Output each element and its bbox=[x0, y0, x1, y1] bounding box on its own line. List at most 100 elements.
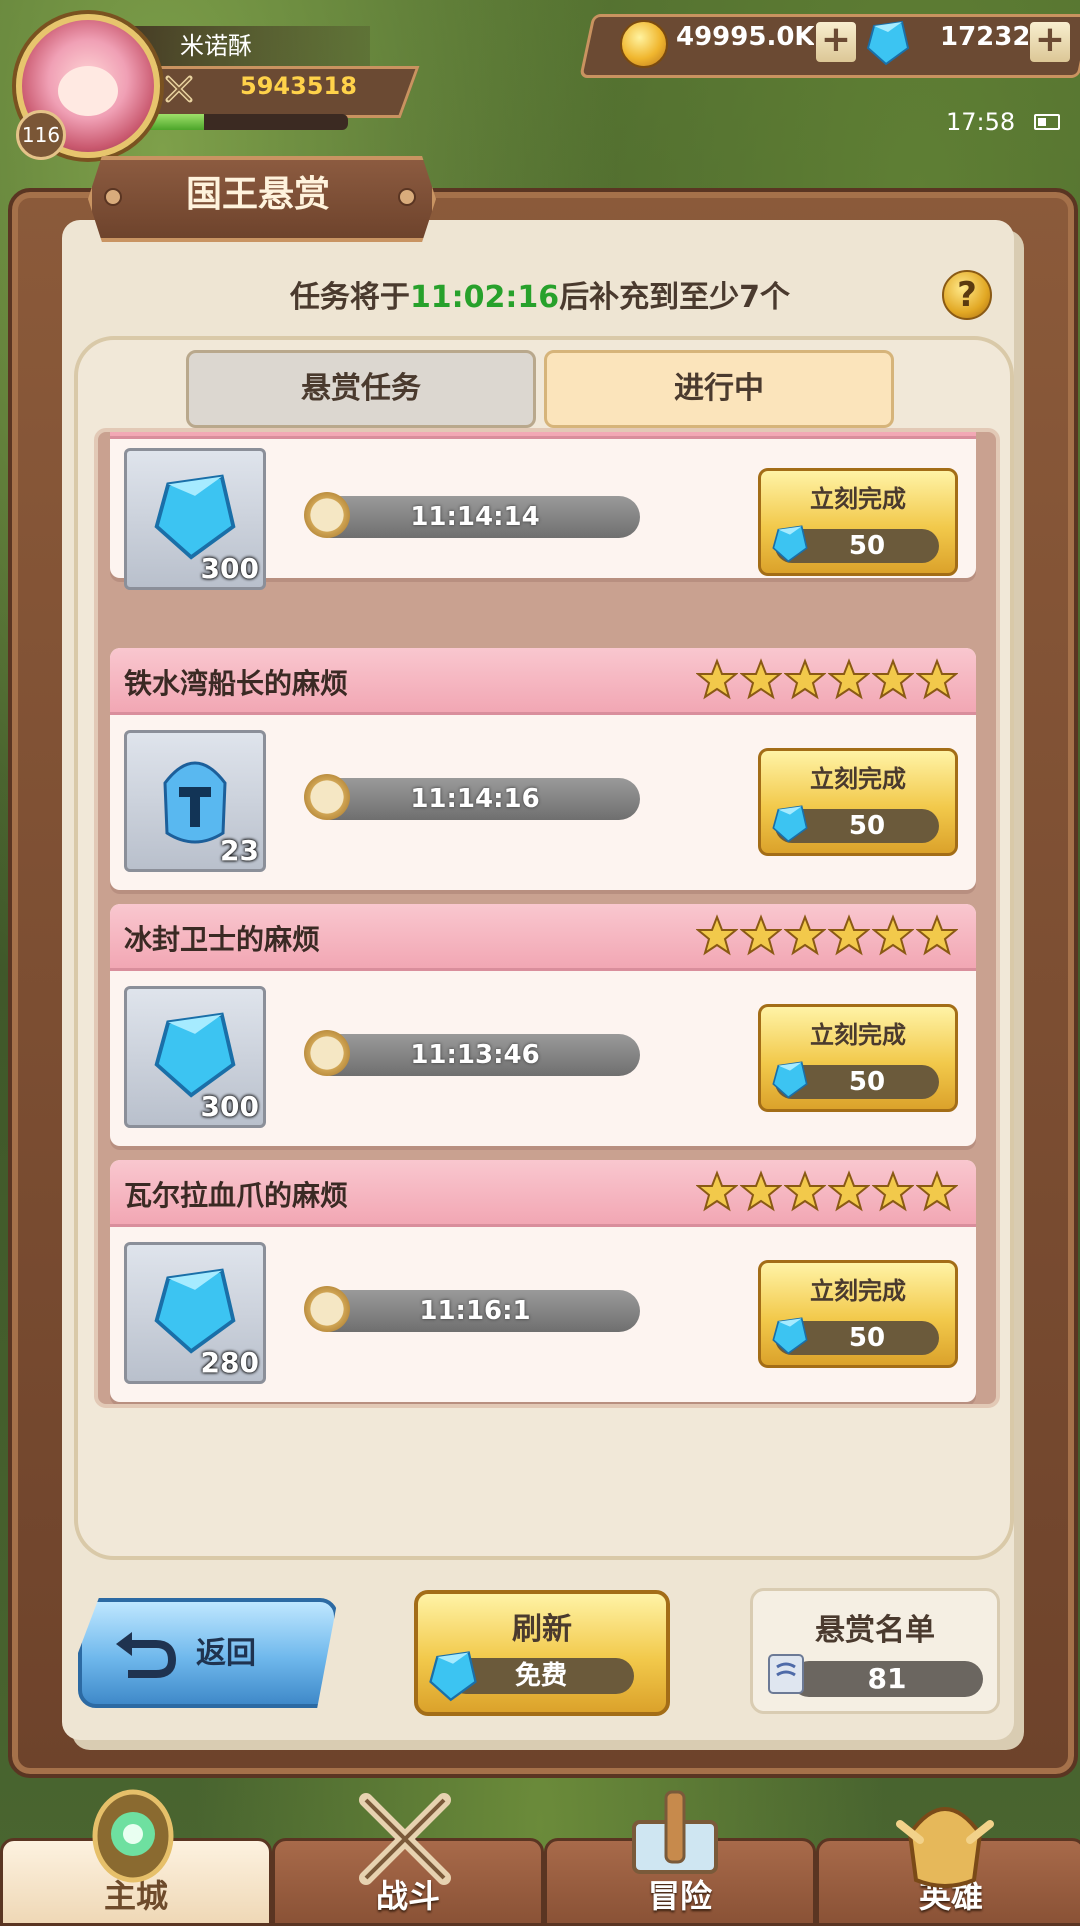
map-scroll-icon bbox=[632, 1790, 718, 1874]
finish-cost-value: 50 bbox=[848, 811, 886, 841]
task-card-header: 瓦尔拉血爪的麻烦 bbox=[110, 1160, 976, 1227]
task-timer: 11:16:1 bbox=[419, 1296, 531, 1326]
finish-cost: 50 bbox=[772, 525, 939, 563]
task-title: 铁水湾船长的麻烦 bbox=[124, 667, 349, 700]
task-timer-bar: 11:14:16 bbox=[304, 774, 640, 820]
refill-countdown: 11:02:16 bbox=[409, 280, 560, 315]
star-icon bbox=[784, 1170, 826, 1212]
star-icon bbox=[916, 914, 958, 956]
star-icon bbox=[784, 914, 826, 956]
gem-icon bbox=[154, 474, 236, 560]
avatar-face bbox=[58, 66, 118, 116]
gem-icon bbox=[772, 805, 808, 843]
task-card: 300 11:14:14 立刻完成 50 bbox=[110, 432, 976, 590]
exp-bar bbox=[142, 114, 348, 130]
window-title: 国王悬赏 bbox=[185, 174, 330, 215]
task-timer-bar: 11:16:1 bbox=[304, 1286, 640, 1332]
task-title: 瓦尔拉血爪的麻烦 bbox=[124, 1179, 349, 1212]
finish-now-button[interactable]: 立刻完成 50 bbox=[758, 468, 958, 576]
refresh-button[interactable]: 刷新 免费 bbox=[414, 1590, 670, 1716]
task-card-header: 铁水湾船长的麻烦 bbox=[110, 648, 976, 715]
add-gems-button[interactable]: + bbox=[1028, 20, 1072, 64]
reward-count: 300 bbox=[200, 552, 259, 585]
task-timer: 11:14:14 bbox=[410, 502, 540, 532]
reward-count: 23 bbox=[220, 834, 259, 867]
task-title: 冰封卫士的麻烦 bbox=[124, 923, 321, 956]
finish-cost: 50 bbox=[772, 805, 939, 843]
finish-now-button[interactable]: 立刻完成 50 bbox=[758, 748, 958, 856]
finish-now-label: 立刻完成 bbox=[810, 485, 906, 513]
reward-count: 280 bbox=[200, 1346, 259, 1379]
finish-cost: 50 bbox=[772, 1317, 939, 1355]
reward-item[interactable]: 280 bbox=[124, 1242, 266, 1384]
refill-suffix: 后补充到至少7个 bbox=[559, 280, 791, 315]
battery-icon bbox=[1034, 114, 1060, 130]
star-icon bbox=[696, 1170, 738, 1212]
task-timer: 11:14:16 bbox=[410, 784, 540, 814]
crossed-swords-icon bbox=[359, 1793, 451, 1885]
star-icon bbox=[872, 1170, 914, 1212]
task-timer: 11:13:46 bbox=[410, 1040, 540, 1070]
finish-cost-value: 50 bbox=[848, 1323, 886, 1353]
return-arrow-icon bbox=[116, 1632, 177, 1678]
bounty-list-button[interactable]: 悬赏名单 81 bbox=[750, 1588, 1000, 1714]
reward-count: 300 bbox=[200, 1090, 259, 1123]
refill-prefix: 任务将于 bbox=[289, 280, 410, 315]
gem-icon bbox=[772, 1317, 808, 1355]
difficulty-stars bbox=[696, 658, 958, 700]
finish-cost-value: 50 bbox=[848, 1067, 886, 1097]
star-icon bbox=[740, 1170, 782, 1212]
refresh-label: 刷新 bbox=[512, 1612, 572, 1647]
star-icon bbox=[828, 658, 870, 700]
task-card-header bbox=[110, 432, 976, 439]
player-avatar[interactable]: 116 bbox=[8, 6, 160, 160]
task-card: 冰封卫士的麻烦 300 11:13:46 立刻完成 50 bbox=[110, 904, 976, 1146]
task-card: 铁水湾船长的麻烦 23 11:14:16 立刻完成 50 bbox=[110, 648, 976, 890]
gem-icon bbox=[429, 1651, 477, 1702]
gem-icon bbox=[866, 20, 910, 66]
bounty-list-label: 悬赏名单 bbox=[815, 1613, 935, 1648]
player-level-badge: 116 bbox=[16, 110, 66, 160]
tab-in-progress[interactable]: 进行中 bbox=[544, 350, 894, 428]
gem-icon bbox=[772, 1061, 808, 1099]
help-button[interactable]: ? bbox=[942, 270, 992, 320]
task-card: 瓦尔拉血爪的麻烦 280 11:16:1 立刻完成 50 bbox=[110, 1160, 976, 1402]
crossed-swords-icon bbox=[165, 75, 193, 103]
finish-cost-value: 50 bbox=[848, 531, 886, 561]
finish-now-button[interactable]: 立刻完成 50 bbox=[758, 1260, 958, 1368]
task-timer-bar: 11:14:14 bbox=[304, 492, 640, 538]
star-icon bbox=[828, 914, 870, 956]
castle-portal-icon bbox=[92, 1789, 174, 1883]
star-icon bbox=[696, 658, 738, 700]
reward-item[interactable]: 300 bbox=[124, 448, 266, 590]
hero-helmet-icon bbox=[896, 1807, 994, 1888]
tab-bounty-tasks[interactable]: 悬赏任务 bbox=[186, 350, 536, 428]
finish-now-label: 立刻完成 bbox=[810, 765, 906, 793]
star-icon bbox=[784, 658, 826, 700]
gold-coin-icon bbox=[620, 20, 668, 68]
scroll-icon bbox=[768, 1654, 804, 1694]
star-icon bbox=[740, 914, 782, 956]
star-icon bbox=[916, 1170, 958, 1212]
task-card-header: 冰封卫士的麻烦 bbox=[110, 904, 976, 971]
gem-icon bbox=[154, 1268, 236, 1354]
star-icon bbox=[916, 658, 958, 700]
star-icon bbox=[872, 914, 914, 956]
reward-item[interactable]: 23 bbox=[124, 730, 266, 872]
reward-item[interactable]: 300 bbox=[124, 986, 266, 1128]
finish-now-button[interactable]: 立刻完成 50 bbox=[758, 1004, 958, 1112]
add-coins-button[interactable]: + bbox=[814, 20, 858, 64]
finish-now-label: 立刻完成 bbox=[810, 1021, 906, 1049]
star-icon bbox=[828, 1170, 870, 1212]
gem-icon bbox=[154, 1012, 236, 1098]
difficulty-stars bbox=[696, 1170, 958, 1212]
bounty-list-count: 81 bbox=[791, 1661, 983, 1697]
coin-amount: 49995.0K bbox=[676, 22, 815, 52]
star-icon bbox=[740, 658, 782, 700]
task-timer-bar: 11:13:46 bbox=[304, 1030, 640, 1076]
star-icon bbox=[872, 658, 914, 700]
star-icon bbox=[696, 914, 738, 956]
finish-cost: 50 bbox=[772, 1061, 939, 1099]
refill-timer-text: 任务将于11:02:16后补充到至少7个 bbox=[0, 272, 1080, 316]
task-list[interactable]: 300 11:14:14 立刻完成 50 铁水湾船长的麻烦 23 11:14:1… bbox=[94, 428, 1000, 1408]
